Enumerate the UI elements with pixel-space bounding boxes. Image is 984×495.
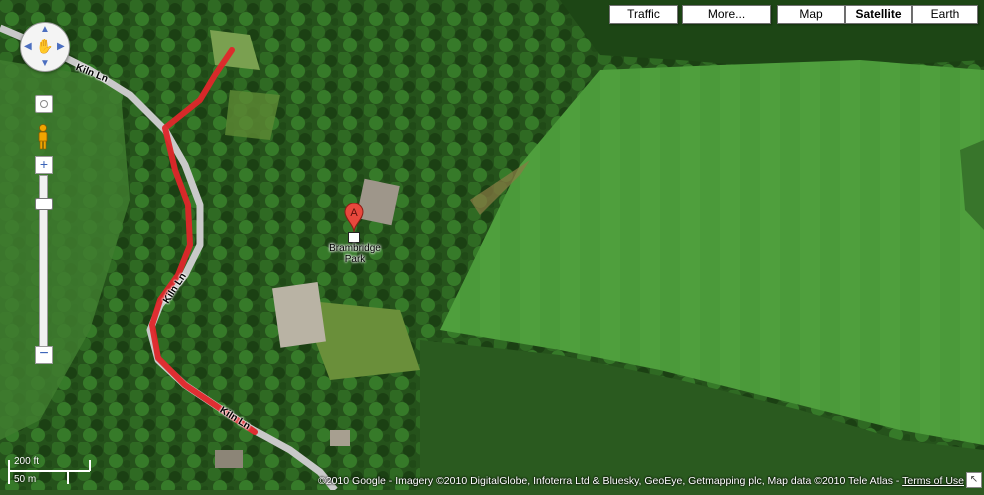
scale-metric: 50 m — [14, 474, 37, 485]
satellite-button[interactable]: Satellite — [845, 5, 912, 24]
pan-right-icon[interactable]: ▶ — [57, 42, 65, 52]
zoom-out-icon[interactable]: − — [35, 346, 53, 364]
place-label[interactable]: Brambridge Park — [323, 243, 387, 265]
map-button[interactable]: Map — [777, 5, 845, 24]
satellite-map[interactable] — [0, 0, 984, 493]
satellite-imagery[interactable] — [0, 0, 984, 493]
pegman-icon[interactable] — [36, 124, 50, 150]
resize-corner-icon[interactable]: ↖ — [966, 472, 982, 488]
pan-up-icon[interactable]: ▲ — [40, 25, 50, 35]
scale-bar: 200 ft 50 m — [8, 456, 92, 486]
place-name-line2: Park — [344, 254, 366, 265]
copyright-notice: ©2010 Google - Imagery ©2010 DigitalGlob… — [318, 475, 964, 487]
recenter-icon[interactable] — [35, 95, 53, 113]
zoom-in-icon[interactable]: + — [35, 156, 53, 174]
more-button[interactable]: More... — [682, 5, 771, 24]
pan-control[interactable]: ▲ ▼ ◀ ▶ ✋ — [20, 22, 70, 72]
traffic-button[interactable]: Traffic — [609, 5, 678, 24]
scale-imperial: 200 ft — [14, 456, 40, 467]
terms-of-use-link[interactable]: Terms of Use — [902, 475, 964, 487]
pan-left-icon[interactable]: ◀ — [24, 42, 32, 52]
place-name-line1: Brambridge — [329, 243, 381, 254]
zoom-slider-thumb[interactable] — [35, 198, 53, 210]
pan-control-icon[interactable]: ✋ — [36, 37, 54, 55]
earth-button[interactable]: Earth — [912, 5, 978, 24]
marker-letter: A — [350, 207, 358, 219]
pan-down-icon[interactable]: ▼ — [40, 59, 50, 69]
place-camera-icon[interactable] — [348, 232, 360, 243]
place-marker-icon[interactable]: A — [344, 202, 364, 233]
copyright-text: ©2010 Google - Imagery ©2010 DigitalGlob… — [318, 475, 903, 487]
